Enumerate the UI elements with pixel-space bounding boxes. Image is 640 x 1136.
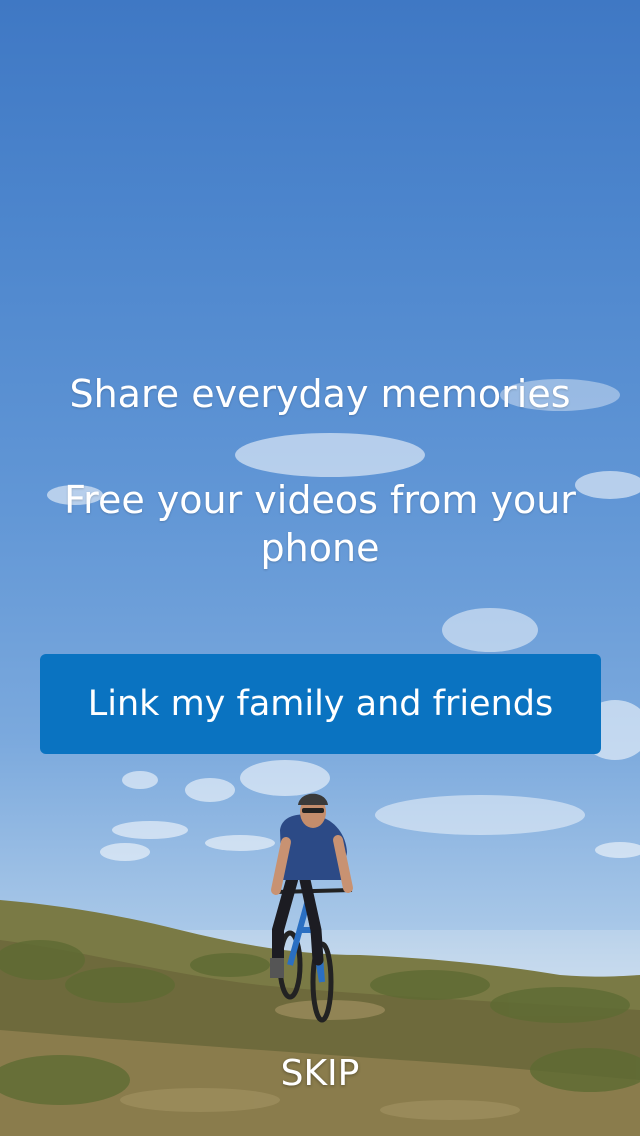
link-family-friends-button[interactable]: Link my family and friends: [40, 654, 601, 754]
skip-button[interactable]: SKIP: [0, 1050, 640, 1098]
headline-share-memories: Share everyday memories: [69, 372, 571, 416]
onboarding-screen: Share everyday memories Free your videos…: [0, 0, 640, 1136]
headline-free-videos: Free your videos from your phone: [64, 478, 576, 570]
clouds: [47, 379, 640, 861]
